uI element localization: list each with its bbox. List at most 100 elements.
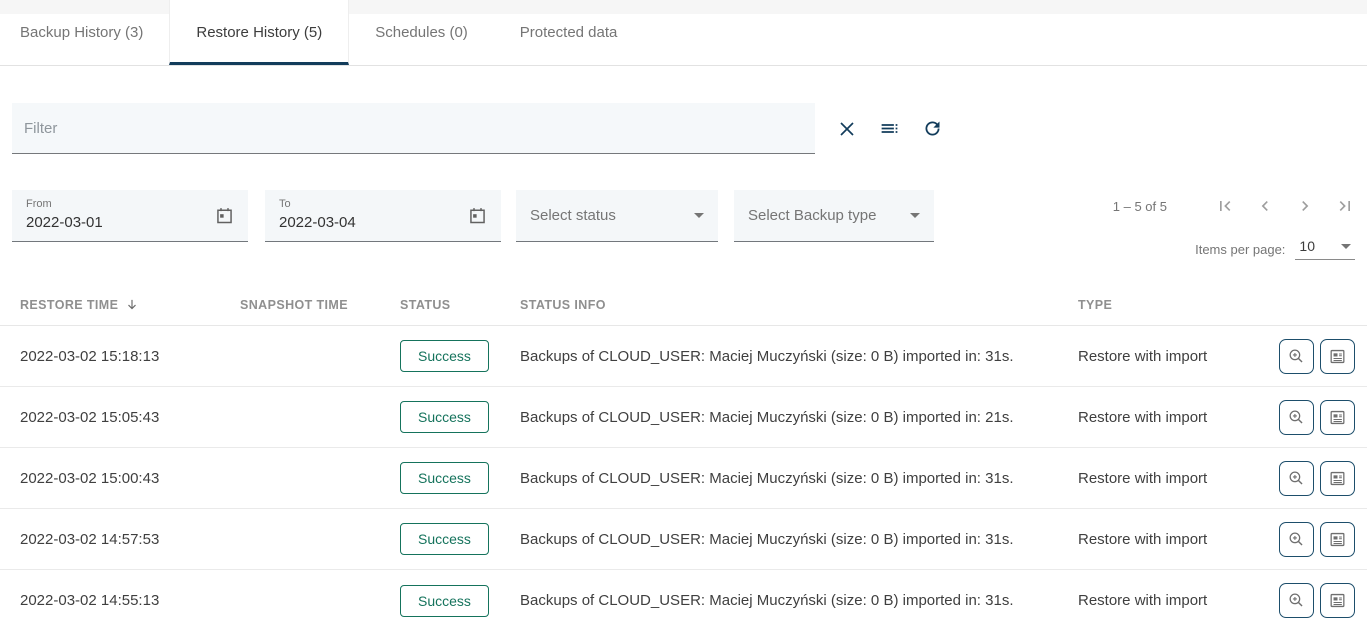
status-badge: Success bbox=[400, 585, 489, 617]
refresh-icon bbox=[922, 118, 943, 139]
last-page-button[interactable] bbox=[1335, 196, 1355, 216]
table-row: 2022-03-02 14:57:53 Success Backups of C… bbox=[0, 509, 1367, 570]
cell-status: Success bbox=[400, 401, 520, 433]
status-badge: Success bbox=[400, 462, 489, 494]
filter-field bbox=[12, 103, 815, 154]
cell-status: Success bbox=[400, 585, 520, 617]
table-header-row: RESTORE TIME SNAPSHOT TIME STATUS STATUS… bbox=[0, 284, 1367, 326]
cell-status-info: Backups of CLOUD_USER: Maciej Muczyński … bbox=[520, 409, 1078, 426]
zoom-in-icon bbox=[1287, 591, 1306, 610]
cell-type: Restore with import bbox=[1078, 531, 1268, 548]
cell-status-info: Backups of CLOUD_USER: Maciej Muczyński … bbox=[520, 470, 1078, 487]
next-page-button[interactable] bbox=[1295, 196, 1315, 216]
clear-filter-button[interactable] bbox=[837, 119, 857, 139]
items-per-page-value: 10 bbox=[1299, 238, 1315, 254]
tab-protected-data[interactable]: Protected data bbox=[494, 0, 644, 65]
status-select-placeholder: Select status bbox=[530, 207, 616, 224]
cell-type: Restore with import bbox=[1078, 409, 1268, 426]
tab-backup-history[interactable]: Backup History (3) bbox=[0, 0, 169, 65]
header-type-label: TYPE bbox=[1078, 298, 1112, 312]
view-log-button[interactable] bbox=[1320, 461, 1355, 496]
date-from-field[interactable]: From 2022-03-01 bbox=[12, 190, 248, 242]
zoom-in-icon bbox=[1287, 530, 1306, 549]
items-per-page-select[interactable]: 10 bbox=[1295, 238, 1355, 260]
paginator-range-label: 1 – 5 of 5 bbox=[1113, 199, 1167, 214]
filter-toolbar bbox=[12, 103, 1355, 154]
header-status-info: STATUS INFO bbox=[520, 298, 1078, 312]
table-row: 2022-03-02 15:18:13 Success Backups of C… bbox=[0, 326, 1367, 387]
tab-backup-history-label: Backup History (3) bbox=[20, 24, 143, 41]
view-details-button[interactable] bbox=[1279, 400, 1314, 435]
first-page-button[interactable] bbox=[1215, 196, 1235, 216]
first-page-icon bbox=[1215, 196, 1235, 216]
table-row: 2022-03-02 15:05:43 Success Backups of C… bbox=[0, 387, 1367, 448]
zoom-in-icon bbox=[1287, 469, 1306, 488]
status-select[interactable]: Select status bbox=[516, 190, 718, 242]
header-restore-time[interactable]: RESTORE TIME bbox=[20, 297, 240, 312]
tab-schedules-label: Schedules (0) bbox=[375, 24, 468, 41]
cell-restore-time: 2022-03-02 15:05:43 bbox=[20, 409, 240, 426]
view-log-button[interactable] bbox=[1320, 522, 1355, 557]
header-status: STATUS bbox=[400, 298, 520, 312]
refresh-button[interactable] bbox=[922, 118, 943, 139]
cell-actions bbox=[1268, 400, 1367, 435]
view-log-button[interactable] bbox=[1320, 583, 1355, 618]
view-log-button[interactable] bbox=[1320, 400, 1355, 435]
report-icon bbox=[1328, 469, 1347, 488]
chevron-down-icon bbox=[694, 213, 704, 218]
cell-restore-time: 2022-03-02 15:18:13 bbox=[20, 348, 240, 365]
cell-status: Success bbox=[400, 462, 520, 494]
cell-restore-time: 2022-03-02 14:57:53 bbox=[20, 531, 240, 548]
view-details-button[interactable] bbox=[1279, 339, 1314, 374]
cell-restore-time: 2022-03-02 15:00:43 bbox=[20, 470, 240, 487]
tab-restore-history[interactable]: Restore History (5) bbox=[169, 0, 349, 65]
date-to-field[interactable]: To 2022-03-04 bbox=[265, 190, 501, 242]
tab-schedules[interactable]: Schedules (0) bbox=[349, 0, 494, 65]
status-badge: Success bbox=[400, 523, 489, 555]
table-row: 2022-03-02 15:00:43 Success Backups of C… bbox=[0, 448, 1367, 509]
items-per-page-label: Items per page: bbox=[1195, 242, 1285, 257]
view-details-button[interactable] bbox=[1279, 522, 1314, 557]
calendar-icon[interactable] bbox=[214, 205, 235, 231]
cell-type: Restore with import bbox=[1078, 348, 1268, 365]
cell-actions bbox=[1268, 461, 1367, 496]
tab-restore-history-label: Restore History (5) bbox=[196, 24, 322, 41]
header-status-info-label: STATUS INFO bbox=[520, 298, 606, 312]
report-icon bbox=[1328, 347, 1347, 366]
toc-icon bbox=[879, 118, 900, 139]
cell-actions bbox=[1268, 583, 1367, 618]
chevron-left-icon bbox=[1255, 196, 1275, 216]
filters-row: From 2022-03-01 To 2022-03-04 Select sta… bbox=[12, 190, 1355, 254]
table-row: 2022-03-02 14:55:13 Success Backups of C… bbox=[0, 570, 1367, 631]
report-icon bbox=[1328, 530, 1347, 549]
last-page-icon bbox=[1335, 196, 1355, 216]
tab-bar: Backup History (3) Restore History (5) S… bbox=[0, 0, 1367, 66]
date-from-label: From bbox=[26, 198, 234, 210]
backup-type-select[interactable]: Select Backup type bbox=[734, 190, 934, 242]
date-to-value: 2022-03-04 bbox=[279, 214, 487, 231]
date-from-value: 2022-03-01 bbox=[26, 214, 234, 231]
cell-status-info: Backups of CLOUD_USER: Maciej Muczyński … bbox=[520, 592, 1078, 609]
backup-type-select-placeholder: Select Backup type bbox=[748, 207, 876, 224]
view-details-button[interactable] bbox=[1279, 461, 1314, 496]
view-log-button[interactable] bbox=[1320, 339, 1355, 374]
chevron-down-icon bbox=[1341, 244, 1351, 249]
sort-descending-icon bbox=[125, 297, 139, 312]
cell-type: Restore with import bbox=[1078, 470, 1268, 487]
report-icon bbox=[1328, 591, 1347, 610]
calendar-icon[interactable] bbox=[467, 205, 488, 231]
cell-status: Success bbox=[400, 340, 520, 372]
previous-page-button[interactable] bbox=[1255, 196, 1275, 216]
header-restore-time-label: RESTORE TIME bbox=[20, 298, 118, 312]
column-settings-button[interactable] bbox=[879, 118, 900, 139]
zoom-in-icon bbox=[1287, 347, 1306, 366]
status-badge: Success bbox=[400, 340, 489, 372]
cell-actions bbox=[1268, 339, 1367, 374]
view-details-button[interactable] bbox=[1279, 583, 1314, 618]
close-icon bbox=[837, 119, 857, 139]
paginator: 1 – 5 of 5 Items per page: 10 bbox=[1113, 190, 1355, 260]
date-to-label: To bbox=[279, 198, 487, 210]
filter-input[interactable] bbox=[24, 120, 803, 137]
header-snapshot-time: SNAPSHOT TIME bbox=[240, 298, 400, 312]
status-badge: Success bbox=[400, 401, 489, 433]
